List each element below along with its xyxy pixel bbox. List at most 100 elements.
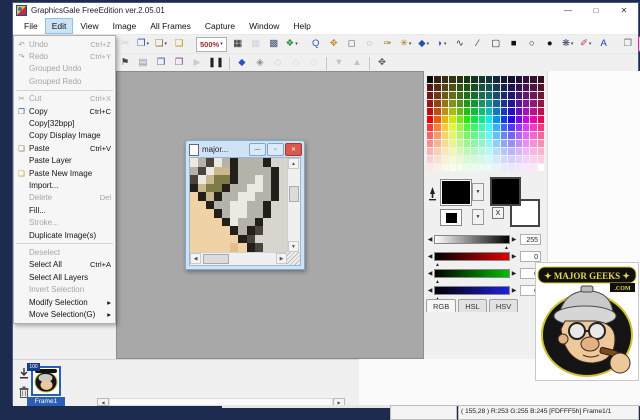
palette-cell[interactable] bbox=[538, 92, 544, 99]
palette-cell[interactable] bbox=[449, 148, 455, 155]
palette-cell[interactable] bbox=[530, 140, 536, 147]
palette-cell[interactable] bbox=[516, 76, 522, 83]
minimize-button[interactable]: — bbox=[554, 3, 582, 18]
copy-dropdown-icon[interactable]: ▾ bbox=[147, 42, 150, 47]
palette-cell[interactable] bbox=[516, 156, 522, 163]
alpha-slider-increase-icon[interactable]: ▶ bbox=[510, 236, 518, 243]
palette-cell[interactable] bbox=[427, 116, 433, 123]
palette-cell[interactable] bbox=[493, 164, 499, 171]
menu-item-copy[interactable]: ❐CopyCtrl+C bbox=[14, 105, 115, 117]
palette-cell[interactable] bbox=[449, 156, 455, 163]
palette-cell[interactable] bbox=[434, 108, 440, 115]
palette-cell[interactable] bbox=[501, 132, 507, 139]
palette-cell[interactable] bbox=[493, 116, 499, 123]
palette-cell[interactable] bbox=[523, 100, 529, 107]
green-slider-decrease-icon[interactable]: ◀ bbox=[426, 270, 434, 277]
vertical-scrollbar[interactable]: ▲ ▼ bbox=[287, 158, 300, 252]
palette-cell[interactable] bbox=[508, 156, 514, 163]
palette-cell[interactable] bbox=[434, 164, 440, 171]
menu-window[interactable]: Window bbox=[242, 18, 286, 34]
menu-item-paste-new-image[interactable]: ❏Paste New Image bbox=[14, 167, 115, 179]
select-rect-icon[interactable]: ◻ bbox=[344, 36, 360, 52]
palette-cell[interactable] bbox=[434, 148, 440, 155]
red-slider-decrease-icon[interactable]: ◀ bbox=[426, 253, 434, 260]
palette-cell[interactable] bbox=[501, 140, 507, 147]
secondary-color-dropdown[interactable]: ▼ bbox=[472, 209, 484, 225]
menu-edit[interactable]: Edit bbox=[45, 18, 74, 34]
tab-rgb[interactable]: RGB bbox=[426, 299, 456, 312]
palette-cell[interactable] bbox=[464, 108, 470, 115]
retouch-icon[interactable]: ✐▾ bbox=[578, 36, 594, 52]
palette-cell[interactable] bbox=[427, 84, 433, 91]
palette-cell[interactable] bbox=[501, 84, 507, 91]
rect-filled-icon[interactable]: ■ bbox=[506, 36, 522, 52]
palette-cell[interactable] bbox=[501, 124, 507, 131]
palette-cell[interactable] bbox=[486, 84, 492, 91]
rect-icon[interactable]: ▢ bbox=[488, 36, 504, 52]
palette-cell[interactable] bbox=[508, 132, 514, 139]
palette-cell[interactable] bbox=[442, 116, 448, 123]
palette-cell[interactable] bbox=[538, 116, 544, 123]
palette-cell[interactable] bbox=[442, 100, 448, 107]
alpha-slider-marker-icon[interactable]: ▲ bbox=[504, 246, 509, 251]
palette-cell[interactable] bbox=[530, 84, 536, 91]
palette-cell[interactable] bbox=[523, 116, 529, 123]
zoom-tool-icon[interactable]: Q bbox=[308, 36, 324, 52]
paste-new-image-icon[interactable]: ❏ bbox=[171, 36, 187, 52]
menu-view[interactable]: View bbox=[73, 18, 105, 34]
red-slider-increase-icon[interactable]: ▶ bbox=[510, 253, 518, 260]
palette-cell[interactable] bbox=[471, 124, 477, 131]
palette-cell[interactable] bbox=[471, 116, 477, 123]
palette-cell[interactable] bbox=[516, 100, 522, 107]
palette-cell[interactable] bbox=[486, 156, 492, 163]
palette-cell[interactable] bbox=[427, 100, 433, 107]
palette-cell[interactable] bbox=[530, 100, 536, 107]
palette-cell[interactable] bbox=[471, 92, 477, 99]
select-lasso-icon[interactable]: ◌ bbox=[362, 36, 378, 52]
palette-cell[interactable] bbox=[449, 92, 455, 99]
palette-cell[interactable] bbox=[538, 156, 544, 163]
magic-wand-icon[interactable]: ✳▾ bbox=[398, 36, 414, 52]
palette-cell[interactable] bbox=[538, 164, 544, 171]
palette-cell[interactable] bbox=[516, 164, 522, 171]
menu-item-copy-display-image[interactable]: Copy Display Image bbox=[14, 130, 115, 142]
palette-cell[interactable] bbox=[442, 132, 448, 139]
palette-cell[interactable] bbox=[508, 100, 514, 107]
palette-cell[interactable] bbox=[508, 76, 514, 83]
palette-cell[interactable] bbox=[486, 148, 492, 155]
palette-cell[interactable] bbox=[427, 108, 433, 115]
image-minimize-button[interactable]: — bbox=[249, 143, 266, 156]
palette-cell[interactable] bbox=[427, 124, 433, 131]
palette-cell[interactable] bbox=[471, 108, 477, 115]
palette-cell[interactable] bbox=[427, 148, 433, 155]
menu-help[interactable]: Help bbox=[286, 18, 317, 34]
palette-cell[interactable] bbox=[516, 92, 522, 99]
palette-cell[interactable] bbox=[434, 116, 440, 123]
scroll-up-icon[interactable]: ▲ bbox=[288, 158, 299, 169]
palette-cell[interactable] bbox=[508, 148, 514, 155]
palette-cell[interactable] bbox=[442, 124, 448, 131]
palette-cell[interactable] bbox=[523, 76, 529, 83]
menu-item-duplicate-image-s[interactable]: Duplicate Image(s) bbox=[14, 229, 115, 241]
palette-cell[interactable] bbox=[493, 140, 499, 147]
palette-cell[interactable] bbox=[427, 140, 433, 147]
palette-cell[interactable] bbox=[538, 124, 544, 131]
palette-cell[interactable] bbox=[434, 140, 440, 147]
maximize-button[interactable]: □ bbox=[582, 3, 610, 18]
palette-cell[interactable] bbox=[457, 140, 463, 147]
palette-cell[interactable] bbox=[479, 76, 485, 83]
fill-dropdown-icon[interactable]: ▾ bbox=[427, 42, 430, 47]
palette-cell[interactable] bbox=[442, 148, 448, 155]
palette-cell[interactable] bbox=[464, 100, 470, 107]
palette-cell[interactable] bbox=[508, 84, 514, 91]
alpha-slider-decrease-icon[interactable]: ◀ bbox=[426, 236, 434, 243]
palette-cell[interactable] bbox=[479, 84, 485, 91]
menu-item-copy-32bpp[interactable]: Copy[32bpp] bbox=[14, 117, 115, 129]
palette-cell[interactable] bbox=[530, 76, 536, 83]
secondary-color-swatch[interactable] bbox=[440, 209, 462, 226]
menu-item-move-selection-g[interactable]: Move Selection(G)▸ bbox=[14, 308, 115, 320]
curve-icon[interactable]: ∿ bbox=[452, 36, 468, 52]
image-window[interactable]: major... — ▫ ✕ ▲ ▼ ◀ ▶ bbox=[185, 140, 305, 270]
palette-cell[interactable] bbox=[486, 108, 492, 115]
palette-cell[interactable] bbox=[493, 108, 499, 115]
